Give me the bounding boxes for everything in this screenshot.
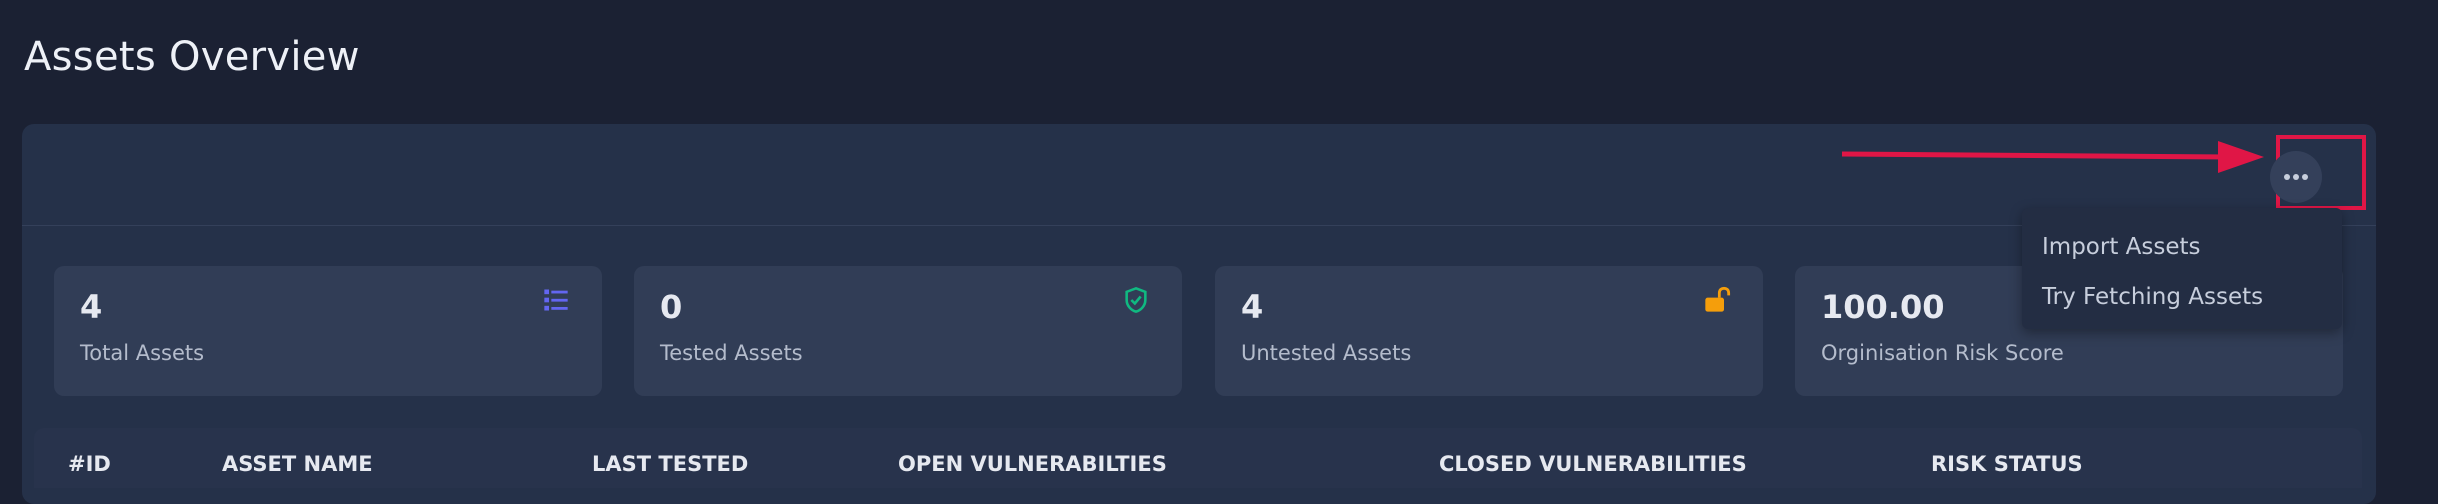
- list-icon: [544, 289, 568, 311]
- more-options-button[interactable]: [2270, 151, 2322, 203]
- stat-label: Total Assets: [80, 341, 205, 365]
- stat-card-total-assets: 4 Total Assets: [54, 266, 602, 396]
- stat-label: Tested Assets: [660, 341, 803, 365]
- stat-value: 4: [80, 288, 103, 326]
- stat-label: Untested Assets: [1241, 341, 1412, 365]
- stat-value: 0: [660, 288, 683, 326]
- stat-value: 100.00: [1821, 288, 1945, 326]
- column-header-last-tested[interactable]: LAST TESTED: [592, 452, 748, 476]
- column-header-closed-vulnerabilities[interactable]: CLOSED VULNERABILITIES: [1439, 452, 1747, 476]
- column-header-asset-name[interactable]: ASSET NAME: [222, 452, 373, 476]
- column-header-open-vulnerabilities[interactable]: OPEN VULNERABILTIES: [898, 452, 1167, 476]
- menu-item-try-fetching-assets[interactable]: Try Fetching Assets: [2022, 272, 2342, 322]
- more-horizontal-icon: [2284, 174, 2308, 180]
- stat-card-tested-assets: 0 Tested Assets: [634, 266, 1182, 396]
- stat-label: Orginisation Risk Score: [1821, 341, 2064, 365]
- more-options-menu: Import Assets Try Fetching Assets: [2022, 208, 2342, 329]
- unlock-icon: [1705, 286, 1731, 312]
- page-title: Assets Overview: [24, 34, 360, 80]
- column-header-id[interactable]: #ID: [68, 452, 111, 476]
- menu-item-import-assets[interactable]: Import Assets: [2022, 222, 2342, 272]
- assets-table: #ID ASSET NAME LAST TESTED OPEN VULNERAB…: [34, 428, 2362, 488]
- shield-check-icon: [1125, 286, 1147, 313]
- column-header-risk-status[interactable]: RISK STATUS: [1931, 452, 2083, 476]
- stat-card-untested-assets: 4 Untested Assets: [1215, 266, 1763, 396]
- stat-value: 4: [1241, 288, 1264, 326]
